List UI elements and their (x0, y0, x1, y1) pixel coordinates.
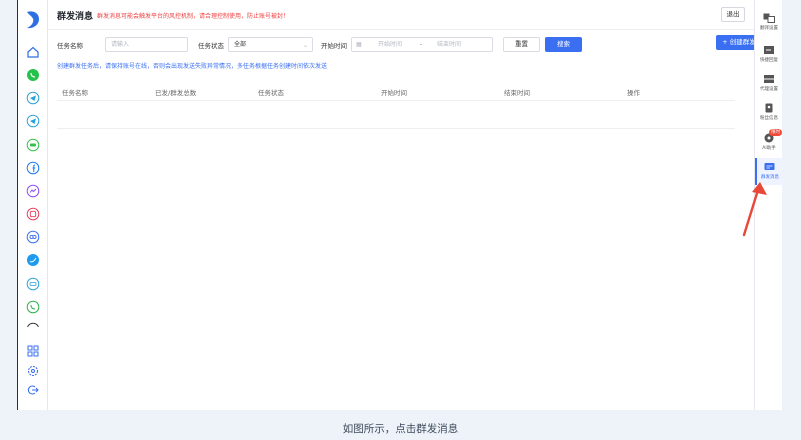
column-header: 开始时间 (381, 89, 407, 97)
grid-icon[interactable] (27, 345, 39, 357)
pointer-arrow-icon (742, 182, 767, 237)
telegram-icon[interactable] (26, 91, 40, 105)
chevron-down-icon: ⌄ (302, 42, 308, 49)
settings-icon[interactable] (27, 365, 39, 377)
fans-info-item[interactable]: 粉丝信息 (755, 103, 783, 131)
start-time-label: 开始时间 (321, 42, 347, 50)
telegram-icon[interactable] (26, 114, 40, 128)
range-separator: - (420, 41, 423, 48)
reset-button[interactable]: 重置 (503, 37, 540, 52)
task-status-value: 全部 (234, 41, 247, 48)
column-header: 任务状态 (258, 89, 284, 97)
zalo-icon[interactable] (26, 277, 40, 291)
proxy-settings-label: 代理设置 (760, 87, 778, 92)
main-content: 群发消息 群发消息可能会触发平台的风控机制，请合理控制使用，防止账号被封！ 退出… (48, 0, 762, 410)
left-sidebar (18, 0, 48, 410)
table-header: 任务名称 已发/群发总数 任务状态 开始时间 结束时间 操作 (57, 81, 735, 101)
messenger-icon[interactable] (26, 184, 40, 198)
page-title: 群发消息 (57, 12, 94, 22)
tiktok-icon[interactable] (26, 230, 40, 244)
date-range-picker[interactable]: ▦ 开始时间 - 结束时间 (351, 37, 493, 52)
proxy-settings-item[interactable]: 代理设置 (755, 74, 783, 102)
caption: 如图所示，点击群发消息 (342, 423, 459, 435)
end-date-placeholder: 结束时间 (437, 41, 462, 48)
app-window: 群发消息 群发消息可能会触发平台的风控机制，请合理控制使用，防止账号被封！ 退出… (17, 0, 783, 410)
translate-icon (763, 13, 775, 23)
home-icon[interactable] (26, 45, 40, 59)
task-hint: 创建群发任务后，请保持账号在线，否则会出现发送失败异常情况，多任务根据任务创建时… (57, 63, 328, 70)
logout-icon[interactable] (27, 384, 39, 396)
calendar-icon: ▦ (356, 41, 362, 48)
table-empty-row (57, 101, 735, 129)
quick-reply-icon (764, 46, 774, 54)
start-date-placeholder: 开始时间 (378, 41, 403, 48)
column-header: 已发/群发总数 (155, 89, 197, 97)
search-button[interactable]: 搜索 (545, 37, 582, 52)
line-icon[interactable] (26, 138, 40, 152)
proxy-icon (764, 75, 774, 83)
app-logo-icon (23, 8, 43, 32)
task-status-label: 任务状态 (198, 42, 224, 50)
column-header: 操作 (627, 89, 640, 97)
translate-settings-label: 翻译设置 (760, 26, 778, 31)
fans-info-icon (765, 103, 773, 113)
column-header: 任务名称 (62, 89, 88, 97)
ai-assistant-label: AI助手 (762, 146, 776, 151)
facebook-icon[interactable] (26, 161, 40, 175)
whatsapp-icon[interactable] (26, 68, 40, 82)
instagram-icon[interactable] (26, 207, 40, 221)
mass-message-icon (764, 163, 775, 170)
twitter-icon[interactable] (26, 253, 40, 267)
more-icon[interactable] (26, 322, 40, 328)
task-name-input[interactable]: 请输入 (105, 37, 188, 52)
limited-time-badge: 限时 (769, 129, 782, 136)
viber-icon[interactable] (26, 300, 40, 314)
ai-assistant-item[interactable]: 限时 AI助手 (755, 129, 783, 161)
task-name-label: 任务名称 (57, 42, 83, 50)
translate-settings-item[interactable]: 翻译设置 (755, 13, 783, 41)
column-header: 结束时间 (504, 89, 530, 97)
fans-info-label: 粉丝信息 (760, 116, 778, 121)
title-bar: 群发消息 群发消息可能会触发平台的风控机制，请合理控制使用，防止账号被封！ 退出 (48, 0, 754, 30)
task-status-select[interactable]: 全部 ⌄ (228, 37, 313, 52)
quick-reply-item[interactable]: 快捷回复 (755, 45, 783, 73)
exit-button[interactable]: 退出 (721, 7, 745, 22)
quick-reply-label: 快捷回复 (760, 58, 778, 63)
risk-warning: 群发消息可能会触发平台的风控机制，请合理控制使用，防止账号被封！ (97, 13, 290, 20)
